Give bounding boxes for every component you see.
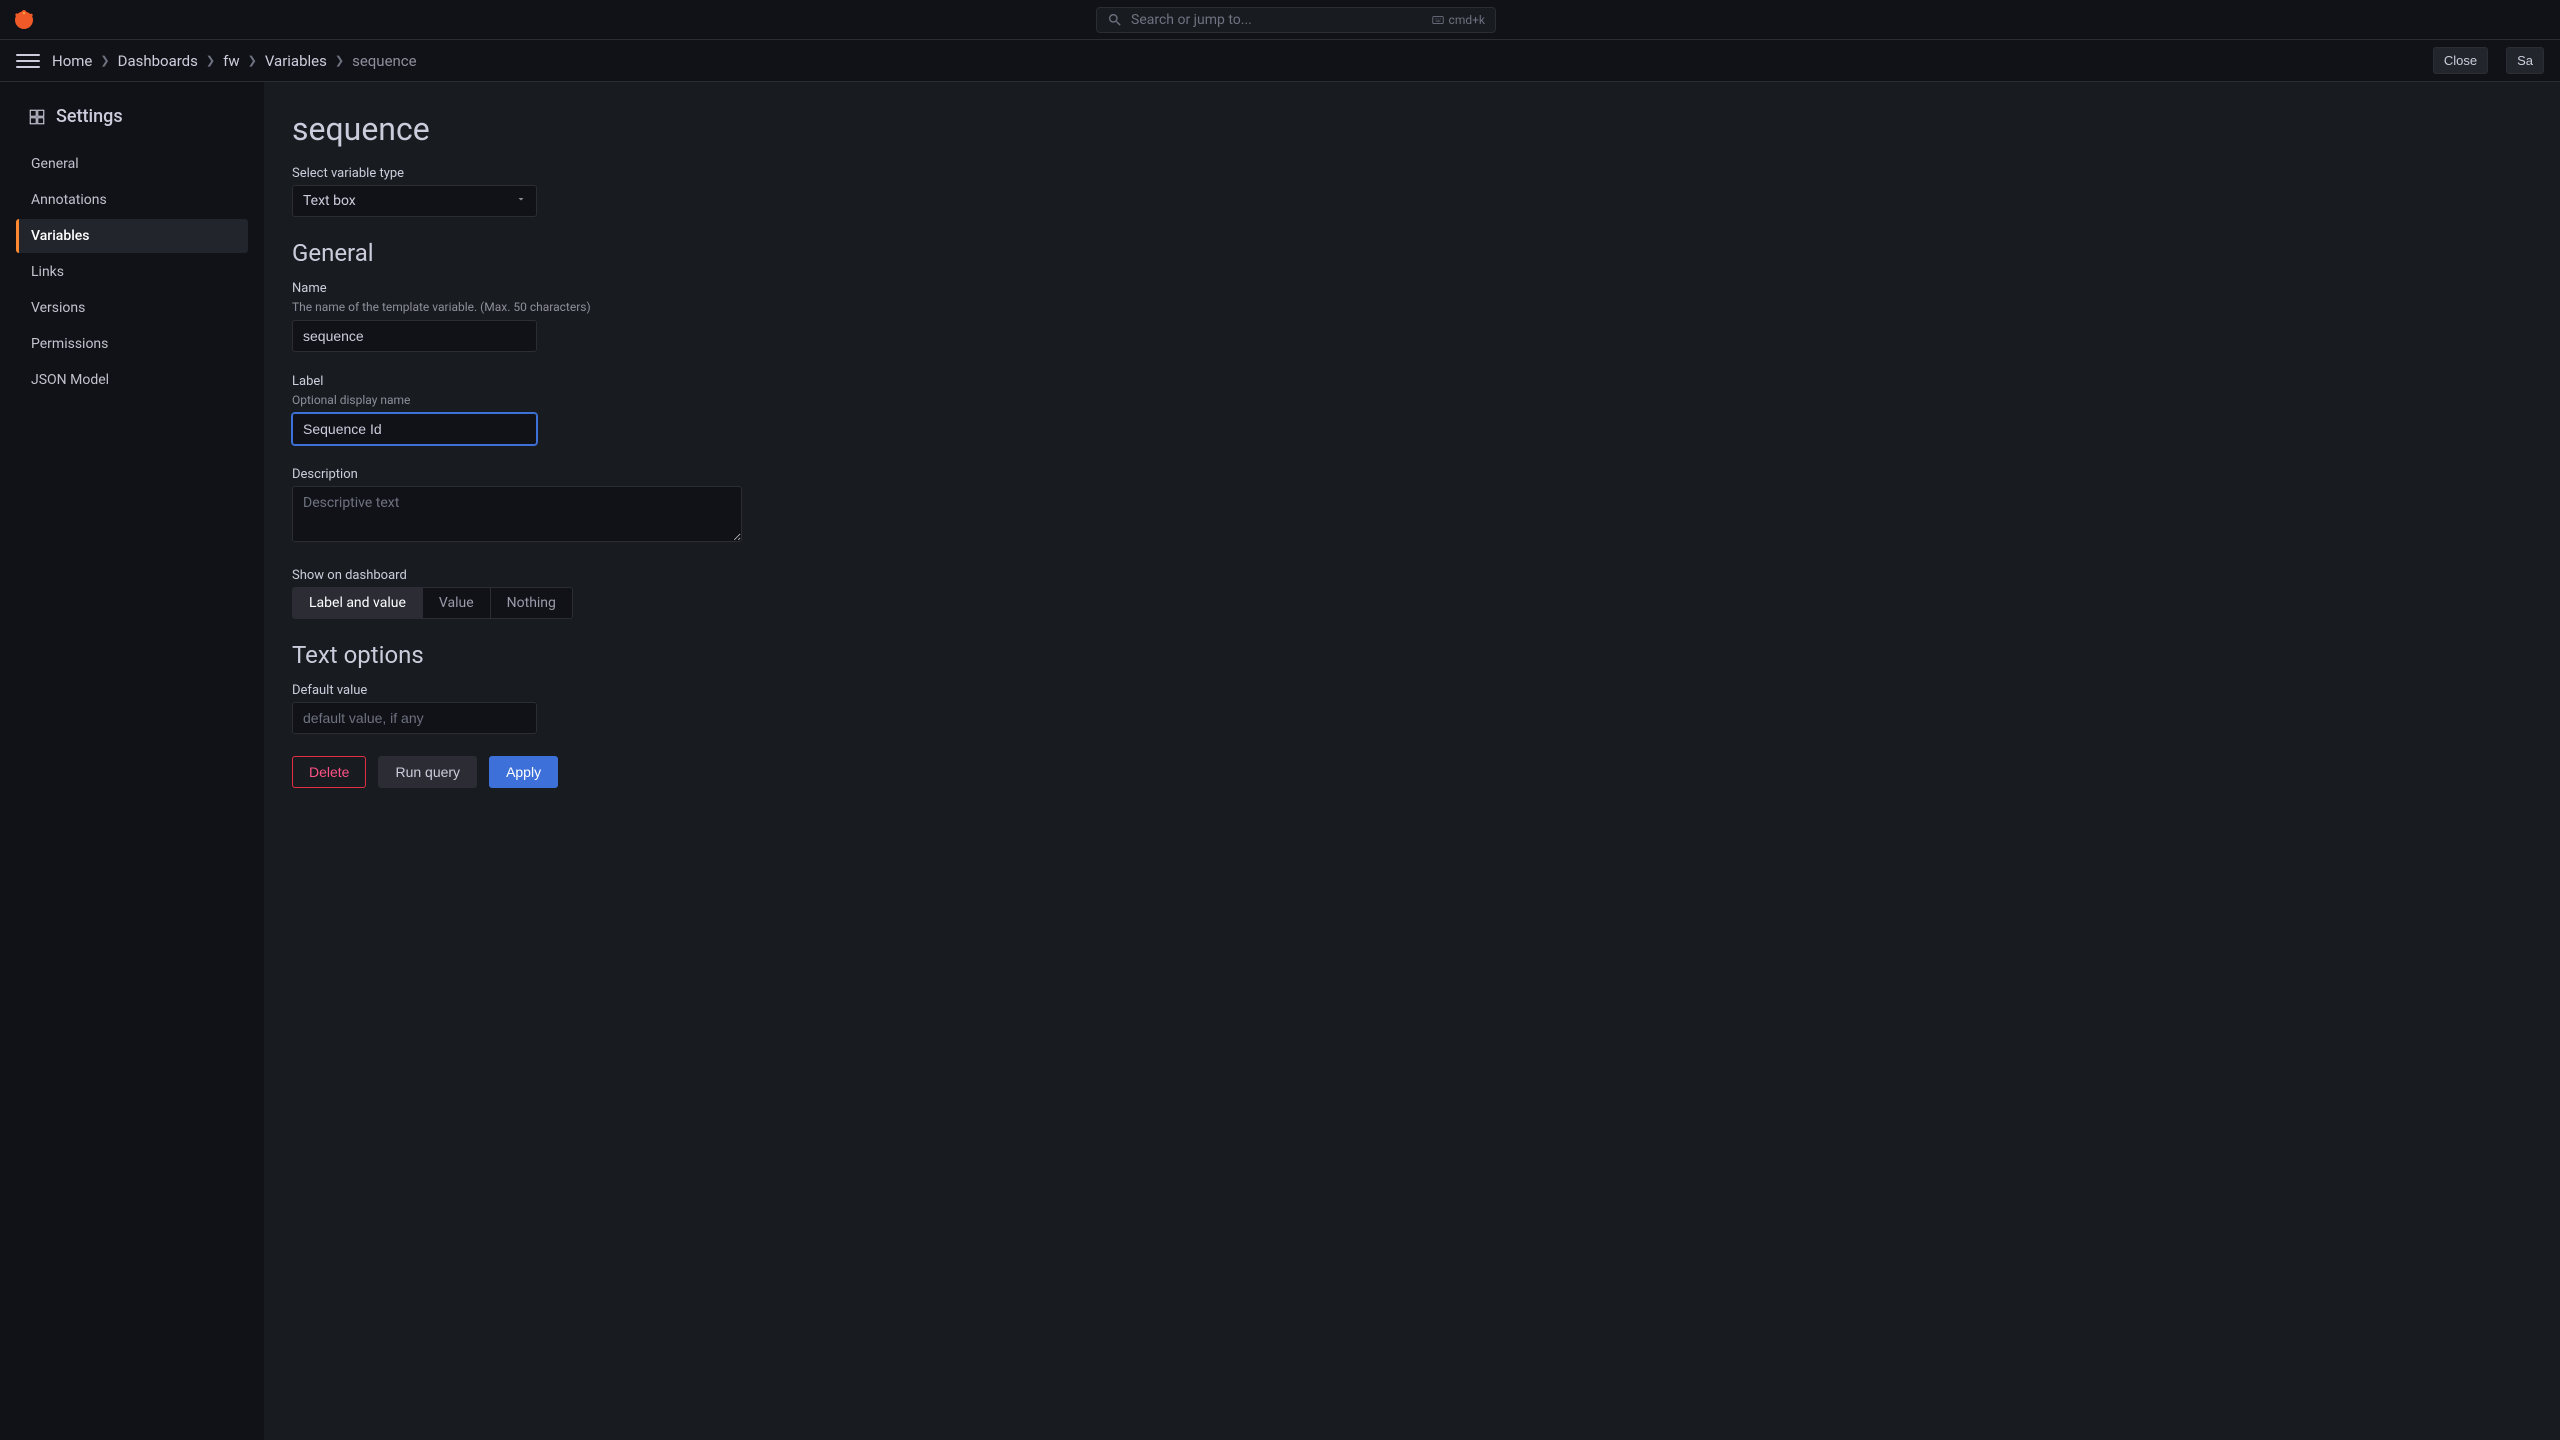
sidebar-title: Settings	[16, 106, 248, 127]
close-button[interactable]: Close	[2433, 47, 2488, 74]
label-hint: Optional display name	[292, 393, 2532, 407]
variable-type-select[interactable]: Text box	[292, 185, 537, 217]
search-kbd-hint: cmd+k	[1431, 13, 1485, 27]
variable-type-label: Select variable type	[292, 166, 2532, 181]
main-content: sequence Select variable type Text box G…	[264, 82, 2560, 1440]
settings-sidebar: Settings General Annotations Variables L…	[0, 82, 264, 1440]
sidebar-item-variables[interactable]: Variables	[16, 219, 248, 253]
sidebar-item-versions[interactable]: Versions	[16, 291, 248, 325]
search-input[interactable]: Search or jump to... cmd+k	[1096, 7, 1496, 33]
topbar: Search or jump to... cmd+k	[0, 0, 2560, 40]
description-label: Description	[292, 467, 2532, 482]
grafana-logo-icon	[12, 8, 36, 32]
sidebar-item-general[interactable]: General	[16, 147, 248, 181]
sidebar-item-annotations[interactable]: Annotations	[16, 183, 248, 217]
page-title: sequence	[292, 110, 2532, 148]
default-value-label: Default value	[292, 683, 2532, 698]
general-heading: General	[292, 239, 2532, 267]
apply-button[interactable]: Apply	[489, 756, 558, 788]
description-textarea[interactable]	[292, 486, 742, 542]
show-on-dashboard-label: Show on dashboard	[292, 568, 2532, 583]
name-hint: The name of the template variable. (Max.…	[292, 300, 2532, 314]
text-options-heading: Text options	[292, 641, 2532, 669]
chevron-right-icon: ❯	[206, 54, 215, 67]
label-input[interactable]	[292, 413, 537, 445]
name-input[interactable]	[292, 320, 537, 352]
breadcrumb-variables[interactable]: Variables	[265, 52, 327, 70]
keyboard-icon	[1431, 13, 1445, 27]
delete-button[interactable]: Delete	[292, 756, 366, 788]
chevron-right-icon: ❯	[248, 54, 257, 67]
show-option-label-and-value[interactable]: Label and value	[293, 588, 423, 618]
breadcrumb-bar: Home ❯ Dashboards ❯ fw ❯ Variables ❯ seq…	[0, 40, 2560, 82]
dashboard-icon	[28, 108, 46, 126]
sidebar-item-links[interactable]: Links	[16, 255, 248, 289]
breadcrumb-home[interactable]: Home	[52, 52, 92, 70]
sidebar-item-json-model[interactable]: JSON Model	[16, 363, 248, 397]
sidebar-item-permissions[interactable]: Permissions	[16, 327, 248, 361]
chevron-right-icon: ❯	[100, 54, 109, 67]
default-value-input[interactable]	[292, 702, 537, 734]
label-label: Label	[292, 374, 2532, 389]
breadcrumb-dashboards[interactable]: Dashboards	[118, 52, 198, 70]
show-option-value[interactable]: Value	[423, 588, 491, 618]
menu-toggle[interactable]	[16, 49, 40, 73]
logo[interactable]	[12, 8, 36, 32]
breadcrumb-fw[interactable]: fw	[223, 52, 240, 70]
show-on-dashboard-group: Label and value Value Nothing	[292, 587, 573, 619]
breadcrumbs: Home ❯ Dashboards ❯ fw ❯ Variables ❯ seq…	[52, 52, 2421, 70]
run-query-button[interactable]: Run query	[378, 756, 477, 788]
name-label: Name	[292, 281, 2532, 296]
search-placeholder: Search or jump to...	[1131, 12, 1423, 28]
show-option-nothing[interactable]: Nothing	[491, 588, 572, 618]
chevron-right-icon: ❯	[335, 54, 344, 67]
search-icon	[1107, 12, 1123, 28]
save-button[interactable]: Sa	[2506, 47, 2544, 74]
breadcrumb-current: sequence	[352, 52, 417, 70]
